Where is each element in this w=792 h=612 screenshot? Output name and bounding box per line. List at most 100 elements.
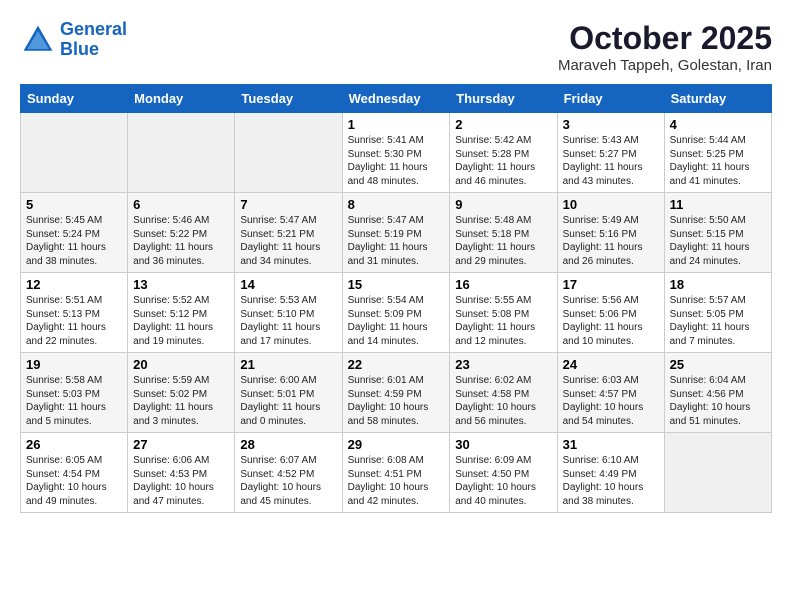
calendar-cell: 27Sunrise: 6:06 AM Sunset: 4:53 PM Dayli… [128, 433, 235, 513]
calendar-cell: 16 Sunrise: 5:55 AM Sunset: 5:08 PM Dayli… [450, 273, 557, 353]
day-content: Sunrise: 5:54 AM Sunset: 5:09 PM Dayligh… [348, 294, 445, 348]
day-content: Sunrise: 6:08 AM Sunset: 4:51 PM Dayligh… [348, 454, 445, 508]
day-number: 25 [670, 357, 766, 372]
calendar-cell: 2Sunrise: 5:42 AM Sunset: 5:28 PM Daylig… [450, 113, 557, 193]
day-number: 19 [26, 357, 122, 372]
day-number: 22 [348, 357, 445, 372]
day-number: 24 [563, 357, 659, 372]
logo: General Blue [20, 20, 127, 60]
calendar-cell: 8 Sunrise: 5:47 AM Sunset: 5:19 PM Daylig… [342, 193, 450, 273]
day-content: Sunrise: 5:51 AM Sunset: 5:13 PM Dayligh… [26, 294, 122, 348]
day-content: Sunrise: 6:01 AM Sunset: 4:59 PM Dayligh… [348, 374, 445, 428]
day-content: Sunrise: 5:57 AM Sunset: 5:05 PM Dayligh… [670, 294, 766, 348]
day-number: 1 [348, 117, 445, 132]
day-header-thursday: Thursday [450, 85, 557, 113]
calendar-cell: 4 Sunrise: 5:44 AM Sunset: 5:25 PM Daylig… [664, 113, 771, 193]
day-content: Sunrise: 5:44 AM Sunset: 5:25 PM Dayligh… [670, 134, 766, 188]
calendar-cell: 9 Sunrise: 5:48 AM Sunset: 5:18 PM Daylig… [450, 193, 557, 273]
day-number: 16 [455, 277, 551, 292]
day-content: Sunrise: 5:49 AM Sunset: 5:16 PM Dayligh… [563, 214, 659, 268]
calendar-cell: 21 Sunrise: 6:00 AM Sunset: 5:01 PM Dayli… [235, 353, 342, 433]
day-content: Sunrise: 5:52 AM Sunset: 5:12 PM Dayligh… [133, 294, 229, 348]
day-content: Sunrise: 5:47 AM Sunset: 5:21 PM Dayligh… [240, 214, 336, 268]
day-number: 5 [26, 197, 122, 212]
day-content: Sunrise: 5:53 AM Sunset: 5:10 PM Dayligh… [240, 294, 336, 348]
day-content: Sunrise: 6:00 AM Sunset: 5:01 PM Dayligh… [240, 374, 336, 428]
week-row: 5 Sunrise: 5:45 AM Sunset: 5:24 PM Daylig… [21, 193, 772, 273]
calendar-cell: 17 Sunrise: 5:56 AM Sunset: 5:06 PM Dayli… [557, 273, 664, 353]
day-content: Sunrise: 5:59 AM Sunset: 5:02 PM Dayligh… [133, 374, 229, 428]
calendar-cell: 24 Sunrise: 6:03 AM Sunset: 4:57 PM Dayli… [557, 353, 664, 433]
calendar-cell: 3 Sunrise: 5:43 AM Sunset: 5:27 PM Daylig… [557, 113, 664, 193]
calendar-cell: 26 Sunrise: 6:05 AM Sunset: 4:54 PM Dayli… [21, 433, 128, 513]
title-area: October 2025 Maraveh Tappeh, Golestan, I… [558, 20, 772, 74]
day-content: Sunrise: 5:55 AM Sunset: 5:08 PM Dayligh… [455, 294, 551, 348]
day-number: 26 [26, 437, 122, 452]
day-content: Sunrise: 5:45 AM Sunset: 5:24 PM Dayligh… [26, 214, 122, 268]
calendar-cell: 13 Sunrise: 5:52 AM Sunset: 5:12 PM Dayli… [128, 273, 235, 353]
calendar-cell: 20 Sunrise: 5:59 AM Sunset: 5:02 PM Dayli… [128, 353, 235, 433]
week-row: 19 Sunrise: 5:58 AM Sunset: 5:03 PM Dayli… [21, 353, 772, 433]
day-content: Sunrise: 6:05 AM Sunset: 4:54 PM Dayligh… [26, 454, 122, 508]
day-content: Sunrise: 5:58 AM Sunset: 5:03 PM Dayligh… [26, 374, 122, 428]
day-content: Sunrise: 5:56 AM Sunset: 5:06 PM Dayligh… [563, 294, 659, 348]
day-number: 12 [26, 277, 122, 292]
calendar-cell: 12 Sunrise: 5:51 AM Sunset: 5:13 PM Dayli… [21, 273, 128, 353]
calendar-cell: 18Sunrise: 5:57 AM Sunset: 5:05 PM Dayli… [664, 273, 771, 353]
calendar-cell: 25Sunrise: 6:04 AM Sunset: 4:56 PM Dayli… [664, 353, 771, 433]
day-number: 17 [563, 277, 659, 292]
day-content: Sunrise: 6:07 AM Sunset: 4:52 PM Dayligh… [240, 454, 336, 508]
calendar-cell: 6Sunrise: 5:46 AM Sunset: 5:22 PM Daylig… [128, 193, 235, 273]
day-content: Sunrise: 6:03 AM Sunset: 4:57 PM Dayligh… [563, 374, 659, 428]
day-number: 11 [670, 197, 766, 212]
day-number: 23 [455, 357, 551, 372]
day-header-friday: Friday [557, 85, 664, 113]
calendar-cell: 5 Sunrise: 5:45 AM Sunset: 5:24 PM Daylig… [21, 193, 128, 273]
calendar-cell: 14 Sunrise: 5:53 AM Sunset: 5:10 PM Dayli… [235, 273, 342, 353]
day-number: 30 [455, 437, 551, 452]
week-row: 12 Sunrise: 5:51 AM Sunset: 5:13 PM Dayli… [21, 273, 772, 353]
day-number: 10 [563, 197, 659, 212]
calendar-cell: 10 Sunrise: 5:49 AM Sunset: 5:16 PM Dayli… [557, 193, 664, 273]
day-number: 31 [563, 437, 659, 452]
calendar-cell: 28Sunrise: 6:07 AM Sunset: 4:52 PM Dayli… [235, 433, 342, 513]
day-number: 8 [348, 197, 445, 212]
day-header-wednesday: Wednesday [342, 85, 450, 113]
day-header-tuesday: Tuesday [235, 85, 342, 113]
calendar-cell: 23 Sunrise: 6:02 AM Sunset: 4:58 PM Dayli… [450, 353, 557, 433]
day-number: 14 [240, 277, 336, 292]
calendar-cell: 29Sunrise: 6:08 AM Sunset: 4:51 PM Dayli… [342, 433, 450, 513]
location-subtitle: Maraveh Tappeh, Golestan, Iran [558, 57, 772, 74]
calendar-cell: 7Sunrise: 5:47 AM Sunset: 5:21 PM Daylig… [235, 193, 342, 273]
day-number: 13 [133, 277, 229, 292]
calendar-cell: 11 Sunrise: 5:50 AM Sunset: 5:15 PM Dayli… [664, 193, 771, 273]
day-header-saturday: Saturday [664, 85, 771, 113]
calendar-cell [128, 113, 235, 193]
day-header-sunday: Sunday [21, 85, 128, 113]
day-number: 21 [240, 357, 336, 372]
day-content: Sunrise: 5:47 AM Sunset: 5:19 PM Dayligh… [348, 214, 445, 268]
day-number: 9 [455, 197, 551, 212]
day-content: Sunrise: 5:43 AM Sunset: 5:27 PM Dayligh… [563, 134, 659, 188]
day-number: 6 [133, 197, 229, 212]
day-content: Sunrise: 5:50 AM Sunset: 5:15 PM Dayligh… [670, 214, 766, 268]
calendar-cell [21, 113, 128, 193]
calendar-cell: 22 Sunrise: 6:01 AM Sunset: 4:59 PM Dayli… [342, 353, 450, 433]
calendar-table: SundayMondayTuesdayWednesdayThursdayFrid… [20, 84, 772, 513]
day-content: Sunrise: 6:10 AM Sunset: 4:49 PM Dayligh… [563, 454, 659, 508]
day-content: Sunrise: 6:02 AM Sunset: 4:58 PM Dayligh… [455, 374, 551, 428]
day-number: 2 [455, 117, 551, 132]
calendar-cell [235, 113, 342, 193]
day-number: 3 [563, 117, 659, 132]
day-content: Sunrise: 5:48 AM Sunset: 5:18 PM Dayligh… [455, 214, 551, 268]
day-number: 4 [670, 117, 766, 132]
calendar-cell [664, 433, 771, 513]
week-row: 26 Sunrise: 6:05 AM Sunset: 4:54 PM Dayli… [21, 433, 772, 513]
logo-icon [20, 22, 56, 58]
calendar-header: General Blue October 2025 Maraveh Tappeh… [20, 20, 772, 74]
day-number: 20 [133, 357, 229, 372]
calendar-header-row: SundayMondayTuesdayWednesdayThursdayFrid… [21, 85, 772, 113]
calendar-cell: 1Sunrise: 5:41 AM Sunset: 5:30 PM Daylig… [342, 113, 450, 193]
logo-text: General Blue [60, 20, 127, 60]
calendar-cell: 15Sunrise: 5:54 AM Sunset: 5:09 PM Dayli… [342, 273, 450, 353]
